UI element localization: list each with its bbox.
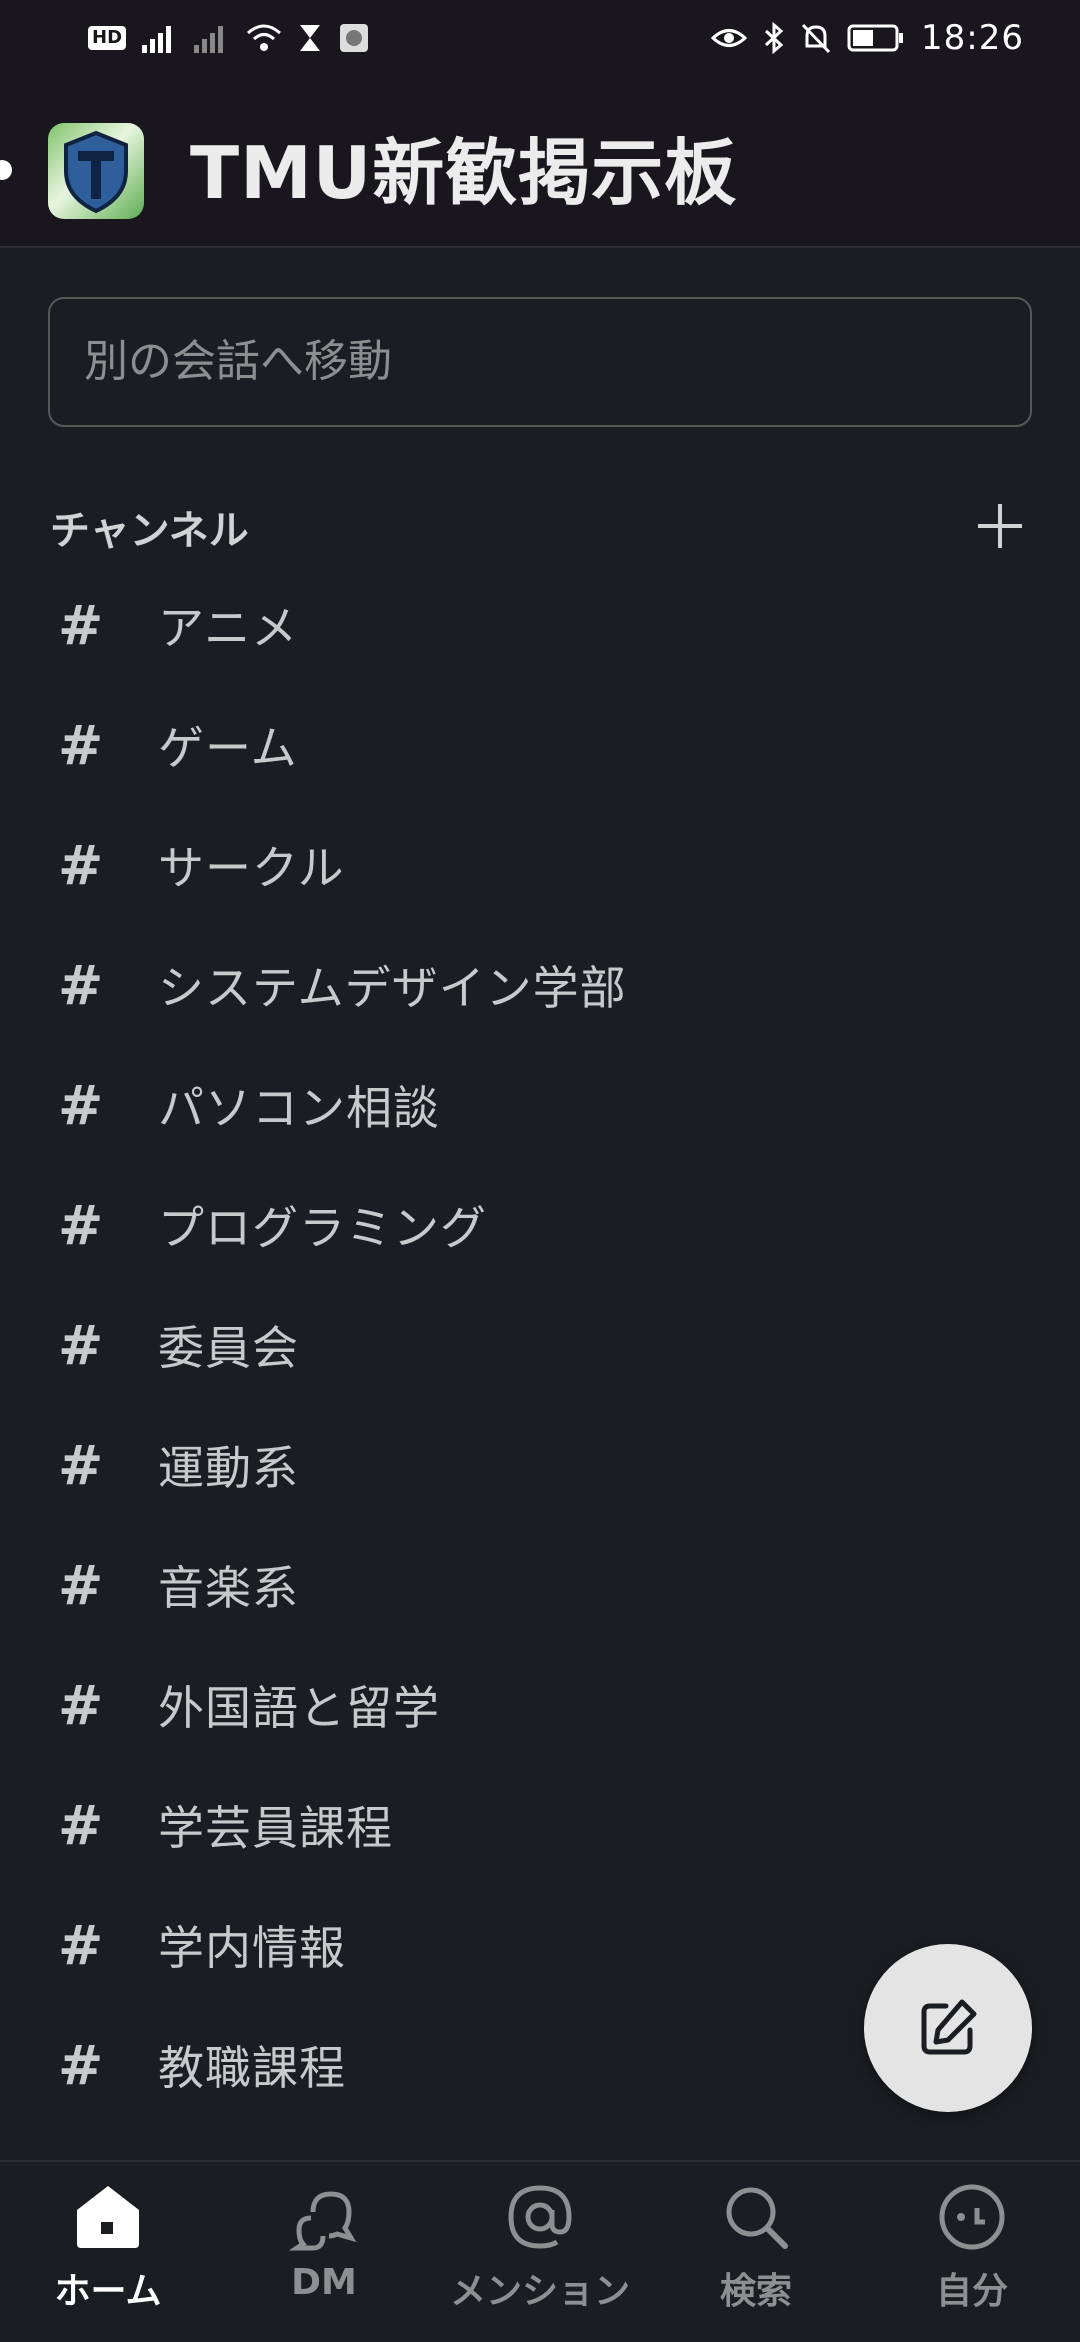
channel-item[interactable]: # システムデザイン学部: [0, 925, 1080, 1045]
channel-name: 教職課程: [158, 2041, 346, 2095]
bluetooth-icon: [764, 22, 784, 54]
channel-item[interactable]: # 学芸員課程: [0, 1765, 1080, 1885]
compose-icon: [921, 1999, 977, 2055]
status-bar: HD 18:26: [0, 0, 1080, 80]
channel-name: 運動系: [158, 1441, 299, 1495]
battery-icon: [847, 24, 904, 52]
channel-item[interactable]: # アニメ: [0, 565, 1080, 685]
nav-dm[interactable]: DM: [234, 2176, 414, 2336]
channel-list: # アニメ # ゲーム # サークル # システムデザイン学部 # パソコン相談 # プログ…: [0, 565, 1080, 2125]
bell-off-icon: [801, 23, 831, 54]
hourglass-icon: [300, 25, 321, 51]
channel-item[interactable]: # パソコン相談: [0, 1045, 1080, 1165]
mention-icon: [508, 2185, 572, 2249]
dm-icon: [289, 2191, 357, 2251]
workspace-icon[interactable]: [48, 123, 144, 219]
shield-logo-icon: [64, 130, 128, 214]
channel-item[interactable]: # 運動系: [0, 1405, 1080, 1525]
channel-item[interactable]: # サークル: [0, 805, 1080, 925]
channel-name: 音楽系: [158, 1561, 299, 1615]
bottom-navigation: ホーム DM メンション 検索 自分: [0, 2160, 1080, 2342]
nav-label: 検索: [719, 2271, 792, 2312]
app-notification-icon: [340, 24, 369, 52]
channel-item[interactable]: # 音楽系: [0, 1525, 1080, 1645]
hash-icon: #: [58, 953, 104, 1017]
jump-to-search-input[interactable]: 別の会話へ移動: [48, 297, 1032, 427]
hd-icon: HD: [88, 26, 127, 50]
channel-name: 外国語と留学: [158, 1681, 440, 1735]
nav-label: メンション: [450, 2271, 631, 2312]
hash-icon: #: [58, 1313, 104, 1377]
channels-section-title[interactable]: チャンネル: [50, 498, 249, 556]
channel-name: 学芸員課程: [158, 1801, 393, 1855]
channel-name: プログラミング: [158, 1201, 487, 1255]
signal-2-icon: [194, 26, 224, 53]
hash-icon: #: [58, 1073, 104, 1137]
search-icon: [726, 2187, 788, 2249]
channel-name: システムデザイン学部: [158, 961, 627, 1015]
nav-you[interactable]: 自分: [882, 2176, 1062, 2336]
nav-mentions[interactable]: メンション: [450, 2176, 630, 2336]
channel-item[interactable]: # 外国語と留学: [0, 1645, 1080, 1765]
home-icon: [77, 2186, 139, 2248]
add-channel-icon[interactable]: [974, 500, 1026, 552]
eye-icon: [711, 29, 748, 47]
channel-name: ゲーム: [158, 721, 298, 775]
nav-search[interactable]: 検索: [666, 2176, 846, 2336]
signal-icon: [142, 26, 172, 53]
hash-icon: #: [58, 1913, 104, 1977]
profile-icon: [939, 2184, 1005, 2250]
hash-icon: #: [58, 1553, 104, 1617]
hash-icon: #: [58, 1193, 104, 1257]
wifi-icon: [247, 24, 282, 51]
nav-home[interactable]: ホーム: [18, 2176, 198, 2336]
hash-icon: #: [58, 713, 104, 777]
channel-item[interactable]: # 委員会: [0, 1285, 1080, 1405]
channel-name: サークル: [158, 841, 345, 895]
nav-label: 自分: [935, 2271, 1008, 2312]
channel-item[interactable]: # プログラミング: [0, 1165, 1080, 1285]
status-right: 18:26: [711, 18, 1024, 58]
clock: 18:26: [921, 18, 1024, 58]
hash-icon: #: [58, 1793, 104, 1857]
nav-label: DM: [291, 2262, 357, 2303]
compose-button[interactable]: [864, 1944, 1032, 2112]
hash-icon: #: [58, 1673, 104, 1737]
channel-name: 学内情報: [158, 1921, 346, 1975]
nav-label: ホーム: [54, 2271, 162, 2312]
channel-name: アニメ: [158, 601, 299, 655]
hash-icon: #: [58, 593, 104, 657]
channel-item[interactable]: # ゲーム: [0, 685, 1080, 805]
channel-name: パソコン相談: [158, 1081, 440, 1135]
hash-icon: #: [58, 2033, 104, 2097]
channel-name: 委員会: [158, 1321, 299, 1375]
hash-icon: #: [58, 1433, 104, 1497]
status-left: HD: [88, 22, 370, 54]
hash-icon: #: [58, 833, 104, 897]
workspace-title[interactable]: TMU新歓掲示板: [190, 128, 737, 218]
